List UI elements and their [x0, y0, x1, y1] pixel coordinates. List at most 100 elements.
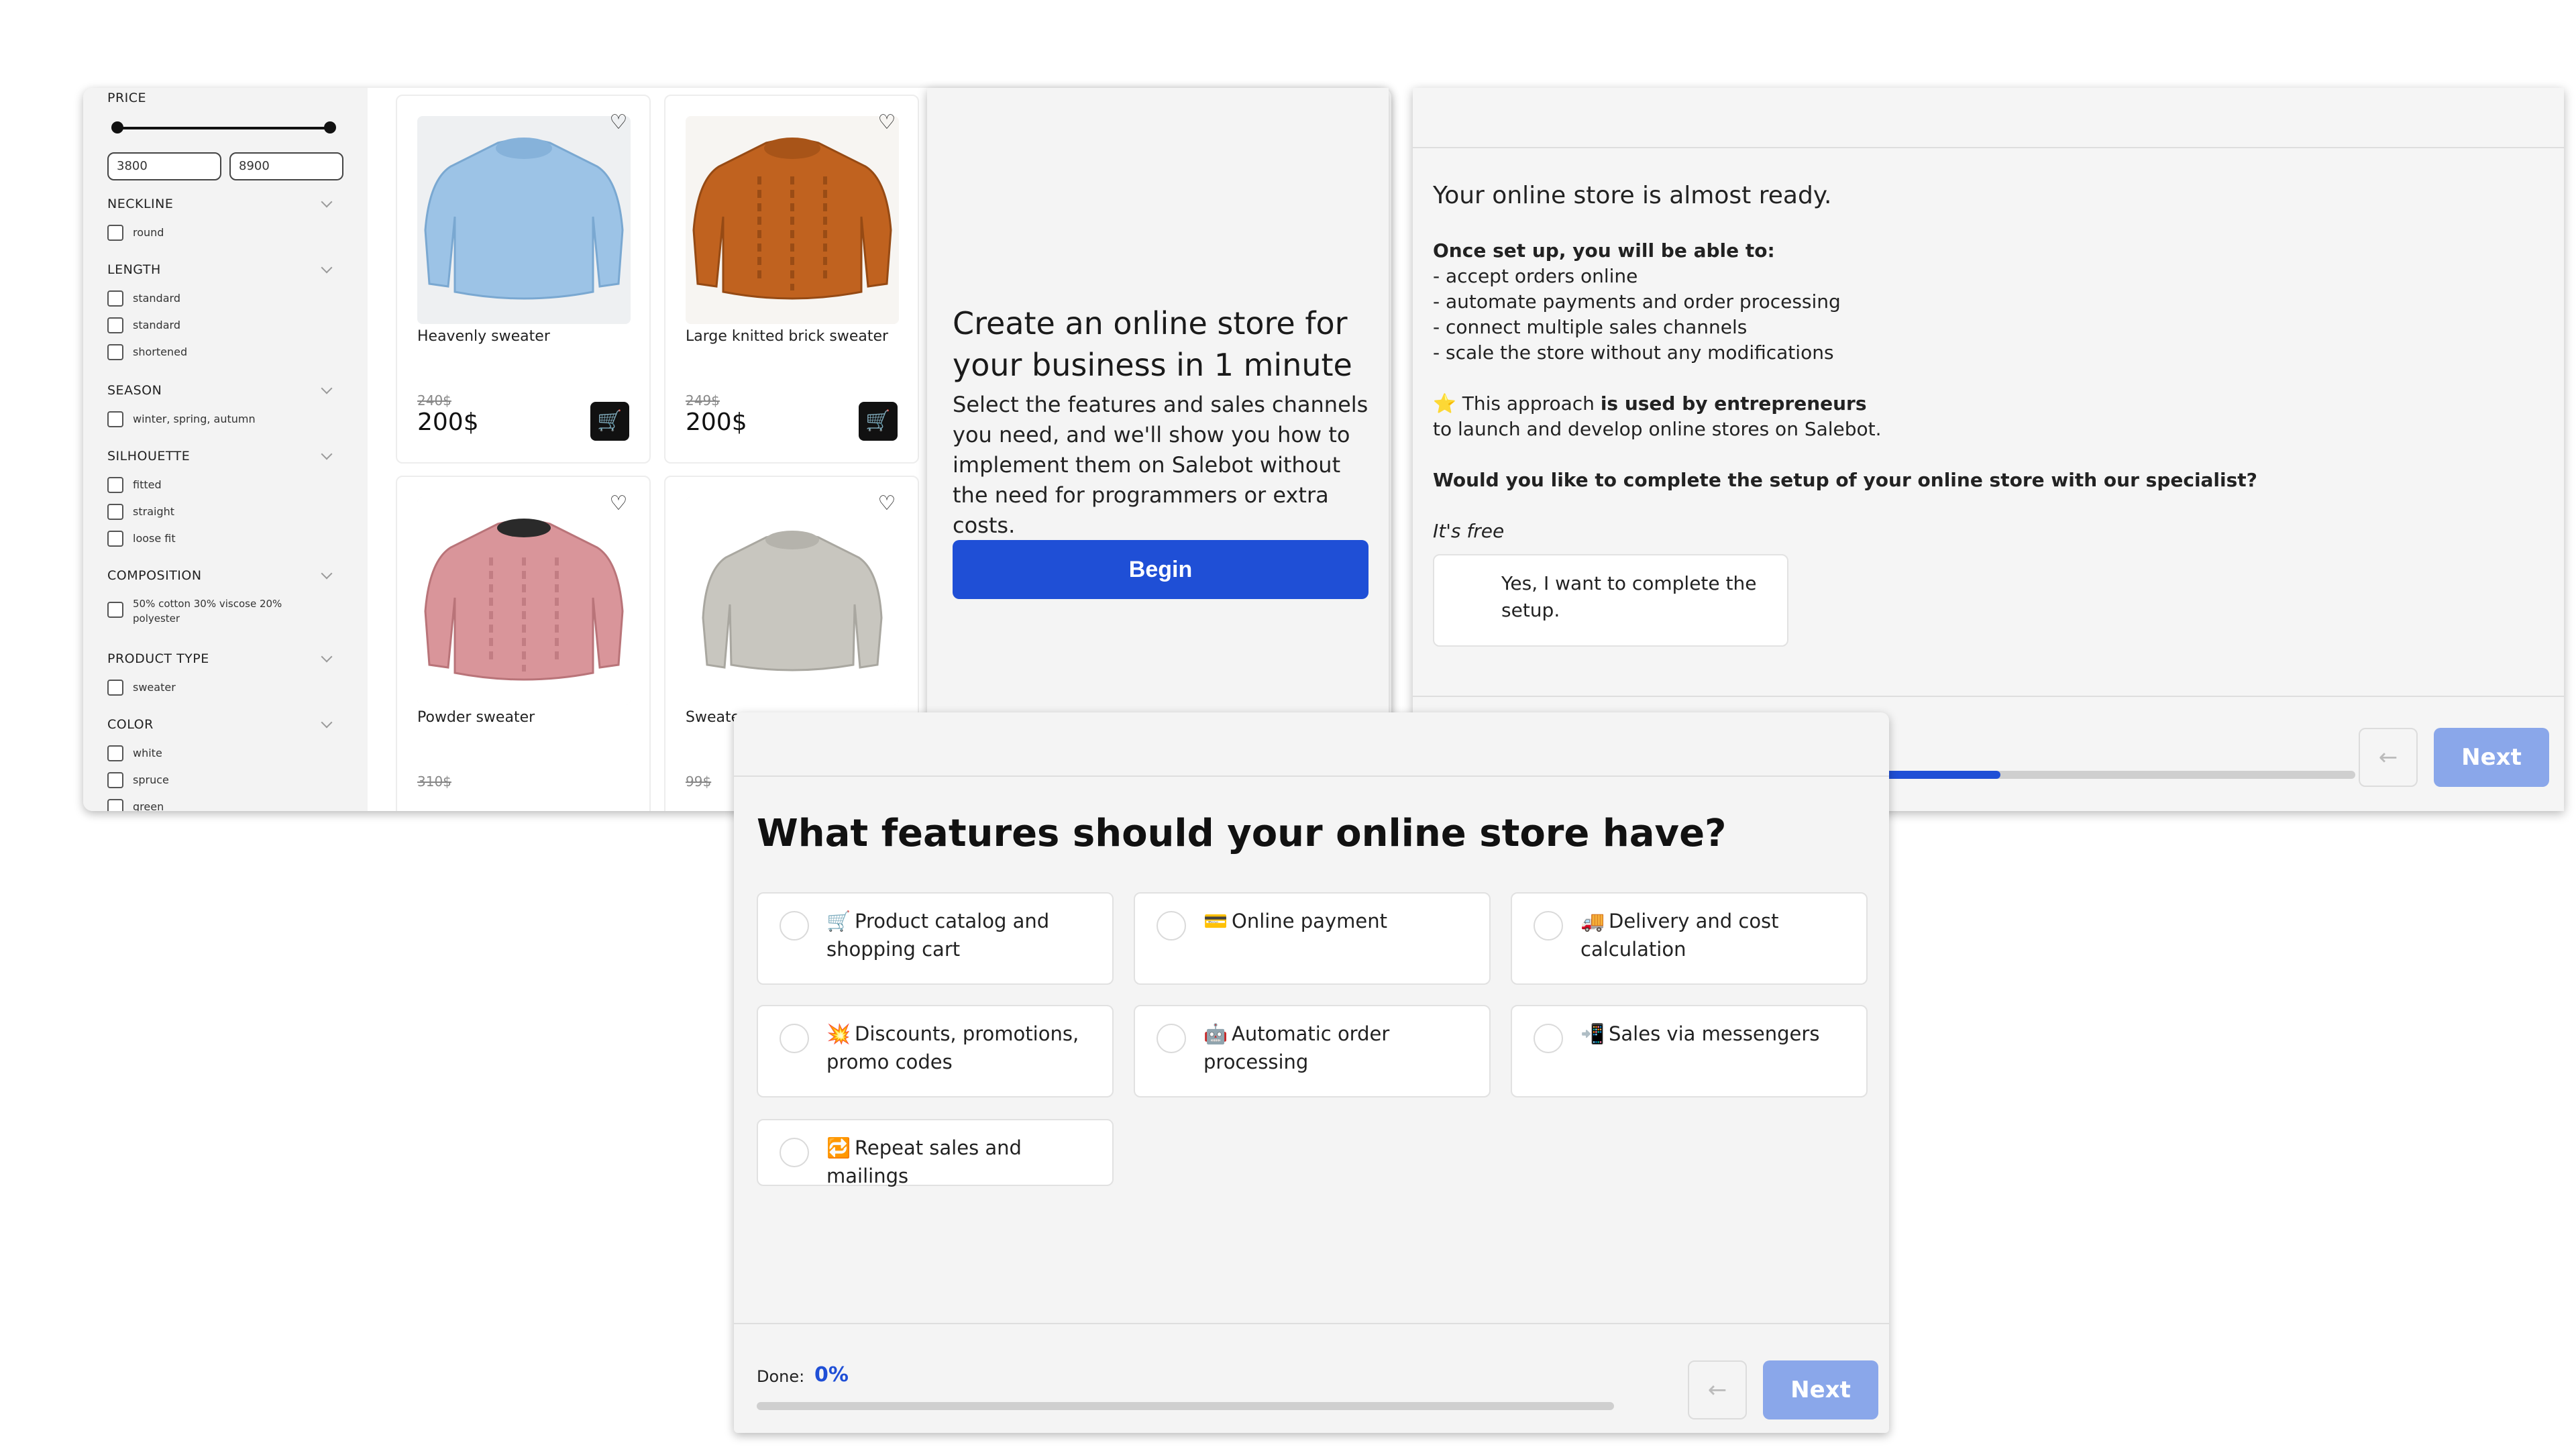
product-card[interactable]: ♡ Powder sweater 310$ [396, 476, 651, 811]
product-image[interactable] [686, 497, 899, 705]
price-min-input[interactable]: 3800 [107, 152, 221, 180]
checkbox[interactable] [107, 680, 123, 696]
radio-button[interactable] [1157, 911, 1186, 941]
chevron-down-icon[interactable] [321, 568, 333, 580]
feature-option-repeat-sales[interactable]: 🔁 Repeat sales and mailings [757, 1119, 1114, 1187]
checkbox[interactable] [107, 477, 123, 493]
radio-button[interactable] [1157, 1024, 1186, 1053]
filter-option[interactable]: loose fit [107, 531, 335, 547]
filter-option[interactable]: white [107, 745, 335, 761]
price-slider-max-handle[interactable] [324, 121, 336, 133]
heart-icon[interactable]: ♡ [873, 109, 900, 136]
radio-button[interactable] [1534, 911, 1563, 941]
filter-option[interactable]: round [107, 225, 335, 241]
chevron-down-icon[interactable] [321, 262, 333, 274]
price-filter-title: PRICE [107, 91, 147, 105]
radio-button[interactable] [780, 1138, 809, 1167]
product-old-price: 240$ [417, 392, 451, 409]
checkbox[interactable] [107, 504, 123, 520]
setup-question: Would you like to complete the setup of … [1433, 469, 2257, 491]
filter-option[interactable]: standard [107, 317, 335, 333]
product-price: 200$ [417, 409, 479, 436]
product-old-price: 310$ [417, 773, 451, 790]
next-button[interactable]: Next [2434, 728, 2549, 787]
filter-option[interactable]: sweater [107, 680, 335, 696]
filter-option[interactable]: winter, spring, autumn [107, 411, 335, 427]
checkbox[interactable] [107, 344, 123, 360]
product-image[interactable] [417, 116, 631, 324]
filter-option[interactable]: standard [107, 290, 335, 307]
ready-heading: Your online store is almost ready. [1433, 182, 1832, 209]
checkbox[interactable] [107, 531, 123, 547]
product-old-price: 99$ [686, 773, 712, 790]
price-max-input[interactable]: 8900 [229, 152, 343, 180]
begin-button[interactable]: Begin [953, 540, 1368, 599]
add-to-cart-button[interactable]: 🛒 [590, 402, 629, 441]
chevron-down-icon[interactable] [321, 448, 333, 460]
product-price: 200$ [686, 409, 747, 436]
ability-item: - scale the store without any modificati… [1433, 341, 1834, 364]
complete-setup-button[interactable]: Yes, I want to complete the setup. [1433, 554, 1788, 647]
store-ready-message: Your online store is almost ready. Once … [1433, 183, 2533, 544]
intro-text: Select the features and sales channels y… [953, 392, 1368, 538]
back-button[interactable]: ← [1688, 1360, 1747, 1419]
radio-button[interactable] [780, 911, 809, 941]
add-to-cart-button[interactable]: 🛒 [859, 402, 898, 441]
chevron-down-icon[interactable] [321, 382, 333, 394]
heart-icon[interactable]: ♡ [605, 490, 632, 517]
feature-option-discounts[interactable]: 💥 Discounts, promotions, promo codes [757, 1005, 1114, 1097]
chevron-down-icon[interactable] [321, 196, 333, 208]
filter-title-silhouette: SILHOUETTE [107, 449, 191, 464]
feature-option-delivery[interactable]: 🚚 Delivery and cost calculation [1511, 892, 1868, 985]
back-button[interactable]: ← [2359, 728, 2418, 787]
credit-card-icon: 💳 [1203, 910, 1228, 932]
heart-icon[interactable]: ♡ [605, 109, 632, 136]
feature-option-messengers[interactable]: 📲 Sales via messengers [1511, 1005, 1868, 1097]
progress-bar [1882, 771, 2355, 779]
filter-title-length: LENGTH [107, 262, 161, 277]
filter-option[interactable]: spruce [107, 772, 335, 788]
burst-icon: 💥 [826, 1022, 851, 1045]
chevron-down-icon[interactable] [321, 651, 333, 663]
free-note: It's free [1433, 520, 1505, 542]
divider [734, 1323, 1889, 1324]
filter-title-color: COLOR [107, 717, 154, 732]
price-slider-min-handle[interactable] [111, 121, 123, 133]
window-header [1413, 88, 2564, 148]
radio-button[interactable] [780, 1024, 809, 1053]
checkbox[interactable] [107, 602, 123, 618]
progress-bar [757, 1402, 1614, 1410]
filter-option[interactable]: shortened [107, 344, 335, 360]
feature-option-catalog[interactable]: 🛒 Product catalog and shopping cart [757, 892, 1114, 985]
filter-option[interactable]: fitted [107, 477, 335, 493]
next-button[interactable]: Next [1763, 1360, 1878, 1419]
intro-title: Create an online store for your business… [953, 305, 1352, 383]
checkbox[interactable] [107, 799, 123, 811]
heart-icon[interactable]: ♡ [873, 490, 900, 517]
done-percent: 0% [814, 1363, 849, 1387]
abilities-title: Once set up, you will be able to: [1433, 239, 1775, 262]
chevron-down-icon[interactable] [321, 716, 333, 729]
radio-button[interactable] [1534, 1024, 1563, 1053]
cart-icon: 🛒 [826, 910, 851, 932]
product-image[interactable] [686, 116, 899, 324]
feature-option-automation[interactable]: 🤖 Automatic order processing [1134, 1005, 1491, 1097]
feature-option-payment[interactable]: 💳 Online payment [1134, 892, 1491, 985]
filter-option[interactable]: straight [107, 504, 335, 520]
filter-option[interactable]: 50% cotton 30% viscose 20% polyester [107, 596, 309, 626]
product-name: Powder sweater [417, 709, 535, 726]
price-slider[interactable] [111, 121, 336, 133]
progress-fill [1882, 771, 2001, 779]
product-card[interactable]: ♡ Large knitted brick sweater 249$ 200$ … [664, 95, 919, 464]
checkbox[interactable] [107, 745, 123, 761]
product-card[interactable]: ♡ Heavenly sweater 240$ 200$ 🛒 [396, 95, 651, 464]
checkbox[interactable] [107, 225, 123, 241]
checkbox[interactable] [107, 772, 123, 788]
window-header [734, 712, 1889, 777]
checkbox[interactable] [107, 317, 123, 333]
features-window: What features should your online store h… [734, 712, 1889, 1433]
checkbox[interactable] [107, 290, 123, 307]
filter-option[interactable]: green [107, 799, 335, 811]
product-image[interactable] [417, 497, 631, 705]
checkbox[interactable] [107, 411, 123, 427]
